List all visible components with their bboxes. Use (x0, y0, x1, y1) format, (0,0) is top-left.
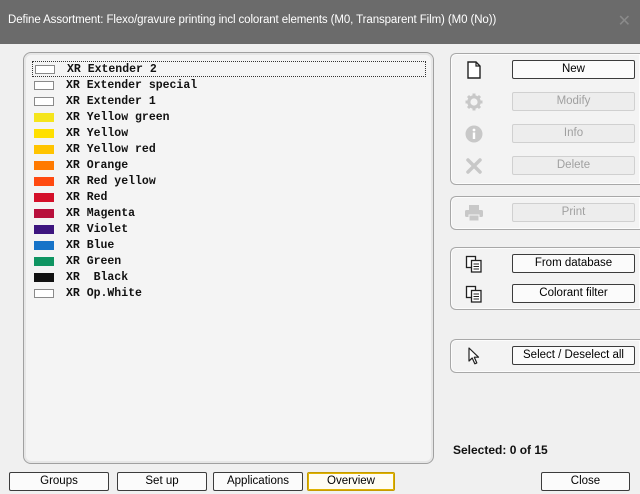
new-document-icon[interactable] (459, 59, 489, 81)
colorant-list[interactable]: XR Extender 2 XR Extender special XR Ext… (32, 61, 426, 301)
tab-applications[interactable]: Applications (213, 472, 303, 491)
color-swatch (34, 176, 54, 186)
colorant-filter-button[interactable]: Colorant filter (512, 284, 635, 303)
info-button[interactable]: Info (512, 124, 635, 143)
list-item-label: XR Extender 1 (66, 94, 156, 108)
list-item[interactable]: XR Yellow green (32, 109, 426, 125)
list-item[interactable]: XR Extender 2 (32, 61, 426, 77)
delete-x-icon (459, 155, 489, 177)
printer-icon (459, 202, 489, 224)
list-item[interactable]: XR Violet (32, 221, 426, 237)
copy-pages-icon[interactable] (459, 253, 489, 275)
list-item[interactable]: XR Yellow (32, 125, 426, 141)
color-swatch (34, 240, 54, 250)
list-item-label: XR Green (66, 254, 122, 268)
list-item-label: XR Op.White (66, 286, 142, 300)
list-item-label: XR Extender 2 (67, 62, 157, 76)
edit-actions-group: New Modify Info Delete (450, 53, 640, 185)
tab-overview[interactable]: Overview (307, 472, 395, 491)
color-swatch (34, 128, 54, 138)
new-button[interactable]: New (512, 60, 635, 79)
gear-icon (459, 91, 489, 113)
list-item[interactable]: XR Black (32, 269, 426, 285)
cursor-arrow-icon[interactable] (459, 345, 489, 367)
color-swatch (34, 272, 54, 282)
color-swatch (34, 144, 54, 154)
color-swatch (34, 80, 54, 90)
list-item[interactable]: XR Op.White (32, 285, 426, 301)
list-item[interactable]: XR Red (32, 189, 426, 205)
import-group: From database Colorant filter (450, 247, 640, 310)
color-swatch (34, 192, 54, 202)
colorant-list-panel: XR Extender 2 XR Extender special XR Ext… (23, 52, 434, 464)
color-swatch (34, 256, 54, 266)
list-item[interactable]: XR Magenta (32, 205, 426, 221)
tab-setup[interactable]: Set up (117, 472, 207, 491)
close-window-icon[interactable]: ✕ (618, 11, 631, 31)
color-swatch (34, 224, 54, 234)
list-item-label: XR Yellow green (66, 110, 170, 124)
list-item-label: XR Extender special (66, 78, 198, 92)
from-database-button[interactable]: From database (512, 254, 635, 273)
list-item[interactable]: XR Extender special (32, 77, 426, 93)
copy-pages-icon[interactable] (459, 283, 489, 305)
selection-group: Select / Deselect all (450, 339, 640, 373)
list-item[interactable]: XR Extender 1 (32, 93, 426, 109)
list-item[interactable]: XR Green (32, 253, 426, 269)
color-swatch (34, 160, 54, 170)
color-swatch (34, 288, 54, 298)
color-swatch (34, 96, 54, 106)
list-item-label: XR Blue (66, 238, 115, 252)
list-item[interactable]: XR Blue (32, 237, 426, 253)
select-deselect-all-button[interactable]: Select / Deselect all (512, 346, 635, 365)
selection-count: Selected: 0 of 15 (453, 443, 548, 457)
list-item-label: XR Red yellow (66, 174, 156, 188)
list-item[interactable]: XR Yellow red (32, 141, 426, 157)
list-item-label: XR Yellow (66, 126, 129, 140)
list-item-label: XR Red (66, 190, 108, 204)
info-icon (459, 123, 489, 145)
close-button[interactable]: Close (541, 472, 630, 491)
color-swatch (34, 208, 54, 218)
print-button[interactable]: Print (512, 203, 635, 222)
list-item-label: XR Violet (66, 222, 129, 236)
list-item-label: XR Orange (66, 158, 129, 172)
color-swatch (34, 112, 54, 122)
print-group: Print (450, 196, 640, 230)
delete-button[interactable]: Delete (512, 156, 635, 175)
window-title: Define Assortment: Flexo/gravure printin… (8, 14, 497, 26)
list-item-label: XR Black (66, 270, 129, 284)
list-item[interactable]: XR Orange (32, 157, 426, 173)
list-item-label: XR Magenta (66, 206, 136, 220)
title-bar: Define Assortment: Flexo/gravure printin… (0, 0, 640, 44)
modify-button[interactable]: Modify (512, 92, 635, 111)
list-item-label: XR Yellow red (66, 142, 156, 156)
list-item[interactable]: XR Red yellow (32, 173, 426, 189)
color-swatch (35, 64, 55, 74)
tab-groups[interactable]: Groups (9, 472, 109, 491)
